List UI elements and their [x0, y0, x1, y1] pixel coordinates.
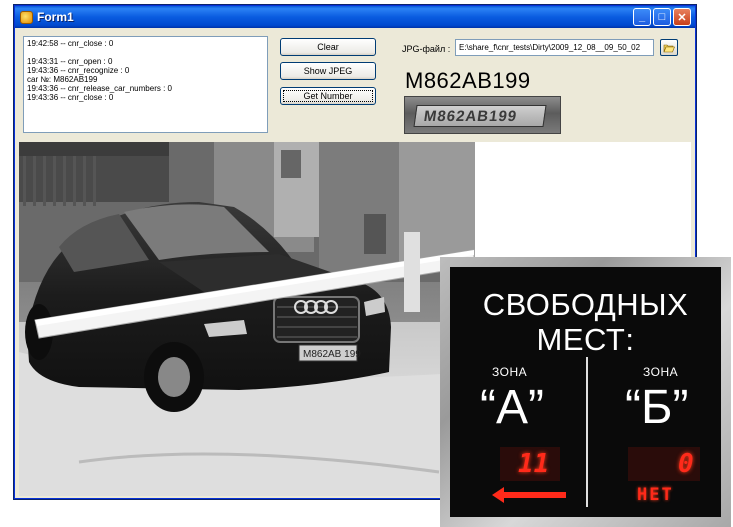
- zone-b-count: 0: [678, 449, 694, 479]
- zone-b-label: ЗОНА: [643, 365, 679, 379]
- jpg-file-label: JPG-файл :: [402, 44, 451, 54]
- free-spaces-board: СВОБОДНЫХ МЕСТ: ЗОНА “А” ЗОНА “Б” 11 0 Н…: [450, 267, 721, 517]
- window-controls: _ □ ✕: [633, 8, 691, 26]
- zone-divider: [586, 357, 588, 507]
- close-button[interactable]: ✕: [673, 8, 691, 26]
- log-line: car №: M862AB199: [27, 75, 98, 84]
- car-at-barrier-image: M862AB 199: [19, 142, 475, 496]
- left-arrow-icon: [492, 487, 566, 503]
- log-line: 19:43:36 -- cnr_close : 0: [27, 93, 114, 102]
- plate-crop-text: M862AB199: [422, 108, 519, 125]
- folder-open-icon: [663, 44, 675, 52]
- car-plate-text: M862AB 199: [303, 349, 361, 360]
- get-number-button[interactable]: Get Number: [280, 87, 376, 105]
- log-line: 19:42:58 -- cnr_close : 0: [27, 39, 114, 48]
- zone-b-status: НЕТ: [637, 485, 674, 505]
- camera-photo: M862AB 199: [19, 142, 475, 496]
- plate-crop-plate: M862AB199: [413, 105, 547, 127]
- log-line: 19:43:36 -- cnr_recognize : 0: [27, 66, 130, 75]
- recognized-plate-number: M862AB199: [405, 68, 531, 93]
- zone-a-letter: “А”: [480, 381, 544, 434]
- sign-title-line2: МЕСТ:: [536, 322, 635, 357]
- window-title: Form1: [37, 10, 74, 24]
- show-jpeg-button[interactable]: Show JPEG: [280, 62, 376, 80]
- app-icon: [20, 10, 33, 24]
- title-bar[interactable]: Form1 _ □ ✕: [15, 6, 695, 28]
- clear-button[interactable]: Clear: [280, 38, 376, 56]
- log-line: 19:43:36 -- cnr_release_car_numbers : 0: [27, 84, 172, 93]
- log-line: 19:43:31 -- cnr_open : 0: [27, 57, 113, 66]
- maximize-button[interactable]: □: [653, 8, 671, 26]
- jpg-path-field[interactable]: E:\share_f\cnr_tests\Dirty\2009_12_08__0…: [455, 39, 654, 56]
- log-memo[interactable]: 19:42:58 -- cnr_close : 0 19:43:31 -- cn…: [23, 36, 268, 133]
- sign-title-line1: СВОБОДНЫХ: [482, 287, 689, 322]
- zone-a-label: ЗОНА: [492, 365, 528, 379]
- browse-folder-button[interactable]: [660, 39, 678, 56]
- plate-crop-image: M862AB199: [404, 96, 561, 134]
- zone-a-count: 11: [518, 449, 550, 479]
- parking-sign-photo: СВОБОДНЫХ МЕСТ: ЗОНА “А” ЗОНА “Б” 11 0 Н…: [440, 257, 731, 527]
- minimize-button[interactable]: _: [633, 8, 651, 26]
- zone-b-letter: “Б”: [625, 381, 689, 434]
